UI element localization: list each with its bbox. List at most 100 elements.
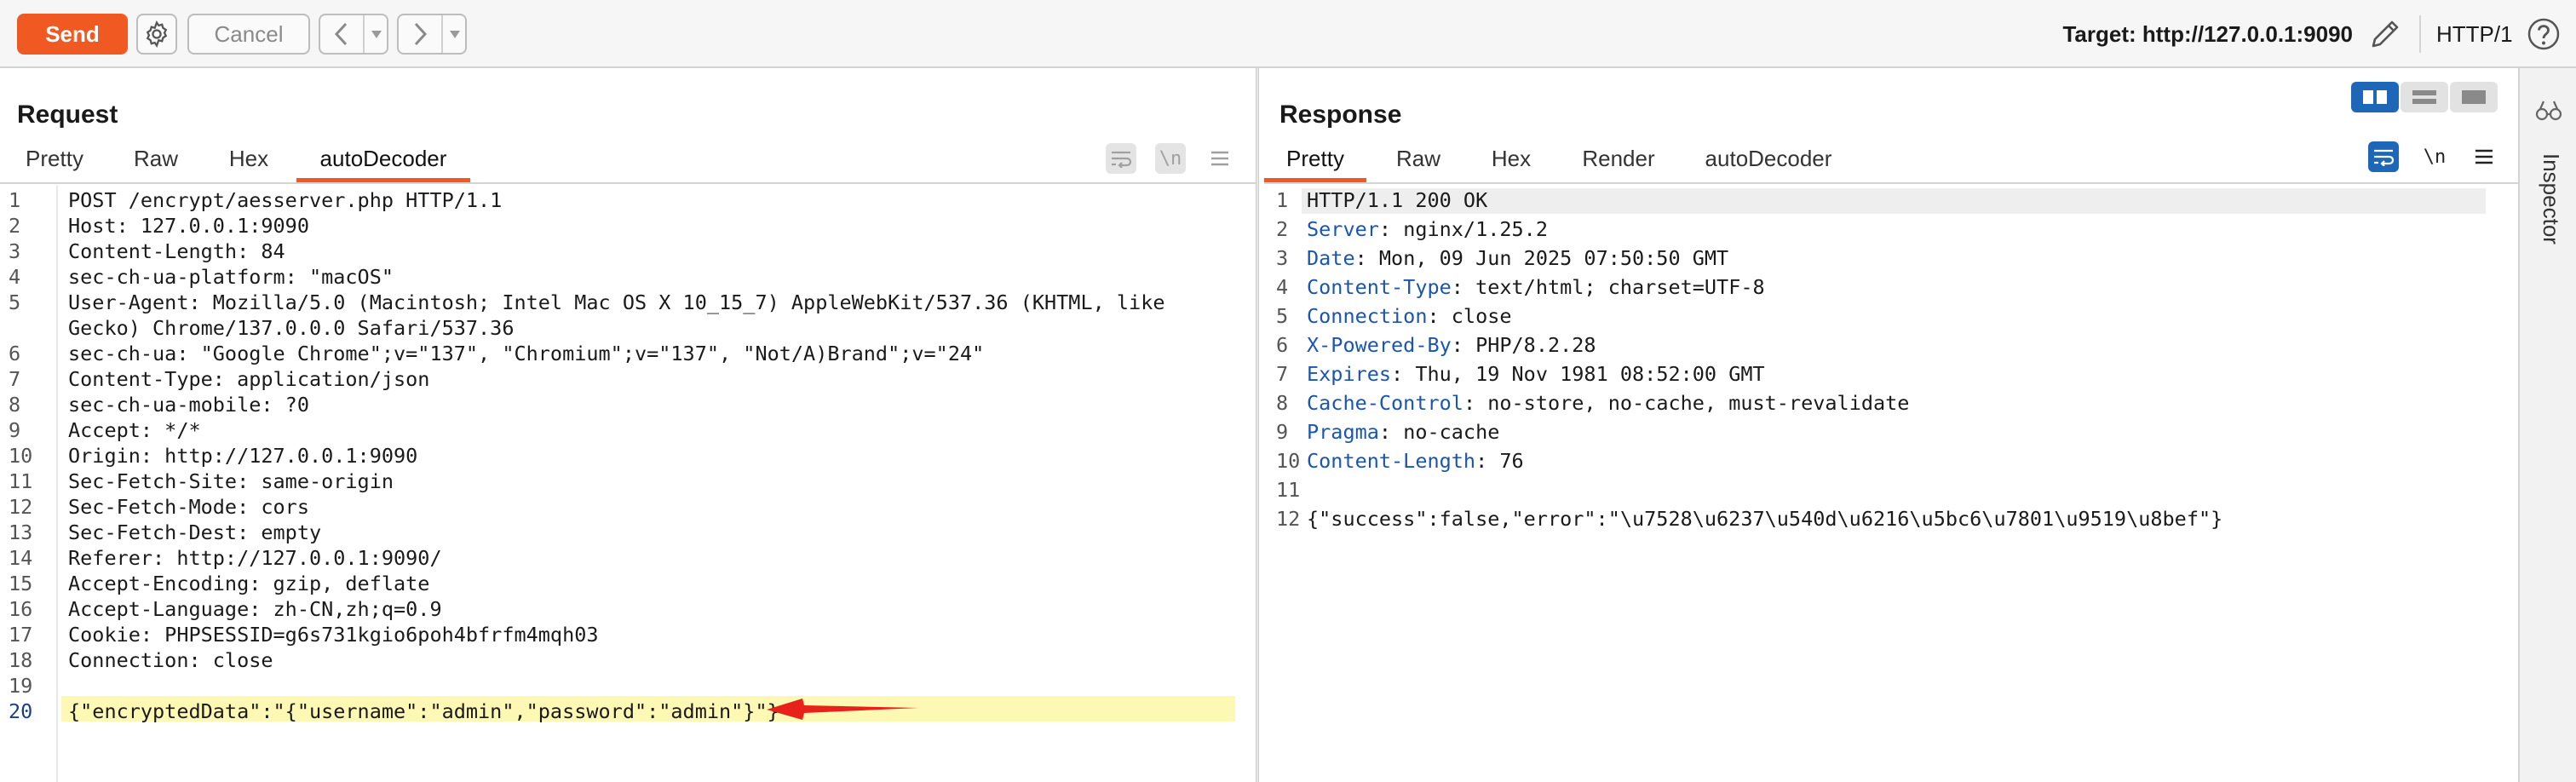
chevron-down-icon bbox=[371, 31, 382, 38]
request-code-line: Accept-Encoding: gzip, deflate bbox=[68, 572, 430, 595]
response-code-line: Connection: close bbox=[1307, 304, 1512, 328]
target-label: Target: http://127.0.0.1:9090 bbox=[2062, 21, 2353, 47]
response-menu-button[interactable] bbox=[2469, 141, 2499, 172]
request-tab-pretty[interactable]: Pretty bbox=[12, 135, 97, 182]
cancel-button[interactable]: Cancel bbox=[187, 14, 310, 55]
response-header-value: PHP/8.2.28 bbox=[1463, 333, 1596, 357]
header-colon: : bbox=[1354, 246, 1367, 270]
header-colon: : bbox=[1378, 420, 1392, 444]
back-history-dropdown[interactable] bbox=[363, 15, 388, 53]
request-newline-toggle[interactable]: \n bbox=[1155, 143, 1186, 174]
layout-tabbed-button[interactable] bbox=[2450, 82, 2498, 112]
hamburger-menu-icon bbox=[1211, 151, 1228, 166]
http-version-button[interactable]: HTTP/1 bbox=[2436, 0, 2521, 68]
wrap-lines-icon bbox=[1112, 151, 1132, 168]
request-line-number: 4 bbox=[9, 265, 21, 289]
response-tab-render[interactable]: Render bbox=[1569, 135, 1668, 182]
request-code-line: Sec-Fetch-Site: same-origin bbox=[68, 469, 394, 493]
request-code-line: Content-Length: 84 bbox=[68, 239, 285, 263]
layout-side-by-side-button[interactable] bbox=[2351, 82, 2399, 112]
forward-history-dropdown[interactable] bbox=[441, 15, 467, 53]
request-menu-button[interactable] bbox=[1205, 143, 1235, 174]
header-colon: : bbox=[1427, 304, 1440, 328]
request-line-number: 12 bbox=[9, 495, 33, 519]
chevron-down-icon bbox=[450, 31, 460, 38]
response-code-line: HTTP/1.1 200 OK bbox=[1307, 188, 1487, 212]
inspector-glasses-icon[interactable] bbox=[2535, 99, 2562, 123]
request-line-number: 19 bbox=[9, 674, 33, 698]
header-colon: : bbox=[1475, 449, 1488, 473]
request-code-line: Sec-Fetch-Dest: empty bbox=[68, 520, 322, 544]
hamburger-menu-icon bbox=[2475, 149, 2493, 164]
request-line-number: 3 bbox=[9, 239, 21, 263]
response-header-value: 76 bbox=[1487, 449, 1524, 473]
response-header-name: Content-Length bbox=[1307, 449, 1476, 473]
request-line-number: 9 bbox=[9, 418, 21, 442]
header-colon: : bbox=[1451, 333, 1463, 357]
inspector-tab[interactable]: Inspector bbox=[2530, 153, 2564, 273]
request-code-line: Origin: http://127.0.0.1:9090 bbox=[68, 444, 418, 468]
response-header-name: Connection bbox=[1307, 304, 1428, 328]
back-button[interactable] bbox=[320, 15, 363, 53]
response-wrap-lines-button[interactable] bbox=[2368, 141, 2399, 172]
response-tab-divider bbox=[1264, 182, 2518, 184]
help-button[interactable] bbox=[2527, 17, 2561, 51]
top-toolbar: Send Cancel Target: http://127.0.0.1:909… bbox=[0, 0, 2576, 68]
forward-nav-button[interactable] bbox=[397, 14, 467, 55]
response-code-line: Pragma: no-cache bbox=[1307, 420, 1499, 444]
response-editor[interactable]: 1 HTTP/1.1 200 OK 2 Server: nginx/1.25.2 3 Da… bbox=[1264, 186, 2518, 782]
request-line-number: 1 bbox=[9, 188, 21, 212]
pencil-icon bbox=[2372, 20, 2399, 48]
request-tab-autodecoder[interactable]: autoDecoder bbox=[296, 135, 470, 182]
response-header-name: Content-Type bbox=[1307, 275, 1452, 299]
request-tab-raw[interactable]: Raw bbox=[118, 135, 194, 182]
back-nav-button[interactable] bbox=[319, 14, 388, 55]
layout-stacked-button[interactable] bbox=[2401, 82, 2448, 112]
response-header-name: Date bbox=[1307, 246, 1355, 270]
request-line-number: 11 bbox=[9, 469, 33, 493]
request-code-line: Host: 127.0.0.1:9090 bbox=[68, 214, 309, 238]
response-code-line: Date: Mon, 09 Jun 2025 07:50:50 GMT bbox=[1307, 246, 1728, 270]
response-header-value: text/html; charset=UTF-8 bbox=[1463, 275, 1765, 299]
request-code-line: Referer: http://127.0.0.1:9090/ bbox=[68, 546, 442, 570]
header-colon: : bbox=[1463, 391, 1476, 415]
request-line-number: 20 bbox=[9, 699, 33, 723]
request-title: Request bbox=[17, 101, 118, 129]
response-code-line: Content-Type: text/html; charset=UTF-8 bbox=[1307, 275, 1765, 299]
settings-button[interactable] bbox=[136, 14, 177, 55]
request-code-line: Accept-Language: zh-CN,zh;q=0.9 bbox=[68, 597, 442, 621]
request-tab-hex[interactable]: Hex bbox=[213, 135, 285, 182]
toolbar-divider bbox=[2419, 15, 2421, 53]
request-gutter-divider bbox=[56, 186, 58, 782]
forward-button[interactable] bbox=[399, 15, 441, 53]
request-line-number: 8 bbox=[9, 393, 21, 417]
back-arrow-icon bbox=[334, 22, 348, 46]
pane-splitter[interactable] bbox=[1256, 68, 1259, 782]
request-tab-divider bbox=[0, 182, 1256, 184]
request-code-line: Content-Type: application/json bbox=[68, 367, 430, 391]
response-header-name: Cache-Control bbox=[1307, 391, 1463, 415]
response-line-text: {"success":false,"error":"\u7528\u6237\u… bbox=[1307, 507, 2223, 531]
rows-layout-icon bbox=[2412, 90, 2436, 104]
response-tab-pretty[interactable]: Pretty bbox=[1264, 135, 1366, 182]
request-code-line: POST /encrypt/aesserver.php HTTP/1.1 bbox=[68, 188, 503, 212]
request-wrap-lines-button[interactable] bbox=[1106, 143, 1136, 174]
response-header-value: no-store, no-cache, must-revalidate bbox=[1475, 391, 1910, 415]
request-line-number: 10 bbox=[9, 444, 33, 468]
request-line-number: 5 bbox=[9, 290, 21, 314]
request-code-line: User-Agent: Mozilla/5.0 (Macintosh; Inte… bbox=[68, 290, 1165, 314]
forward-arrow-icon bbox=[414, 22, 428, 46]
response-newline-toggle[interactable]: \n bbox=[2419, 141, 2450, 172]
response-tab-raw[interactable]: Raw bbox=[1380, 135, 1457, 182]
send-button[interactable]: Send bbox=[17, 14, 128, 55]
response-tab-hex[interactable]: Hex bbox=[1475, 135, 1547, 182]
response-code-line: X-Powered-By: PHP/8.2.28 bbox=[1307, 333, 1596, 357]
edit-target-button[interactable] bbox=[2366, 15, 2404, 53]
request-line-number: 14 bbox=[9, 546, 33, 570]
response-header-name: X-Powered-By bbox=[1307, 333, 1452, 357]
request-code-line: Sec-Fetch-Mode: cors bbox=[68, 495, 309, 519]
response-header-value: close bbox=[1439, 304, 1512, 328]
request-editor[interactable]: 1 POST /encrypt/aesserver.php HTTP/1.1 2 Ho… bbox=[0, 186, 1256, 782]
response-tab-autodecoder[interactable]: autoDecoder bbox=[1693, 135, 1843, 182]
response-header-value: Mon, 09 Jun 2025 07:50:50 GMT bbox=[1366, 246, 1729, 270]
